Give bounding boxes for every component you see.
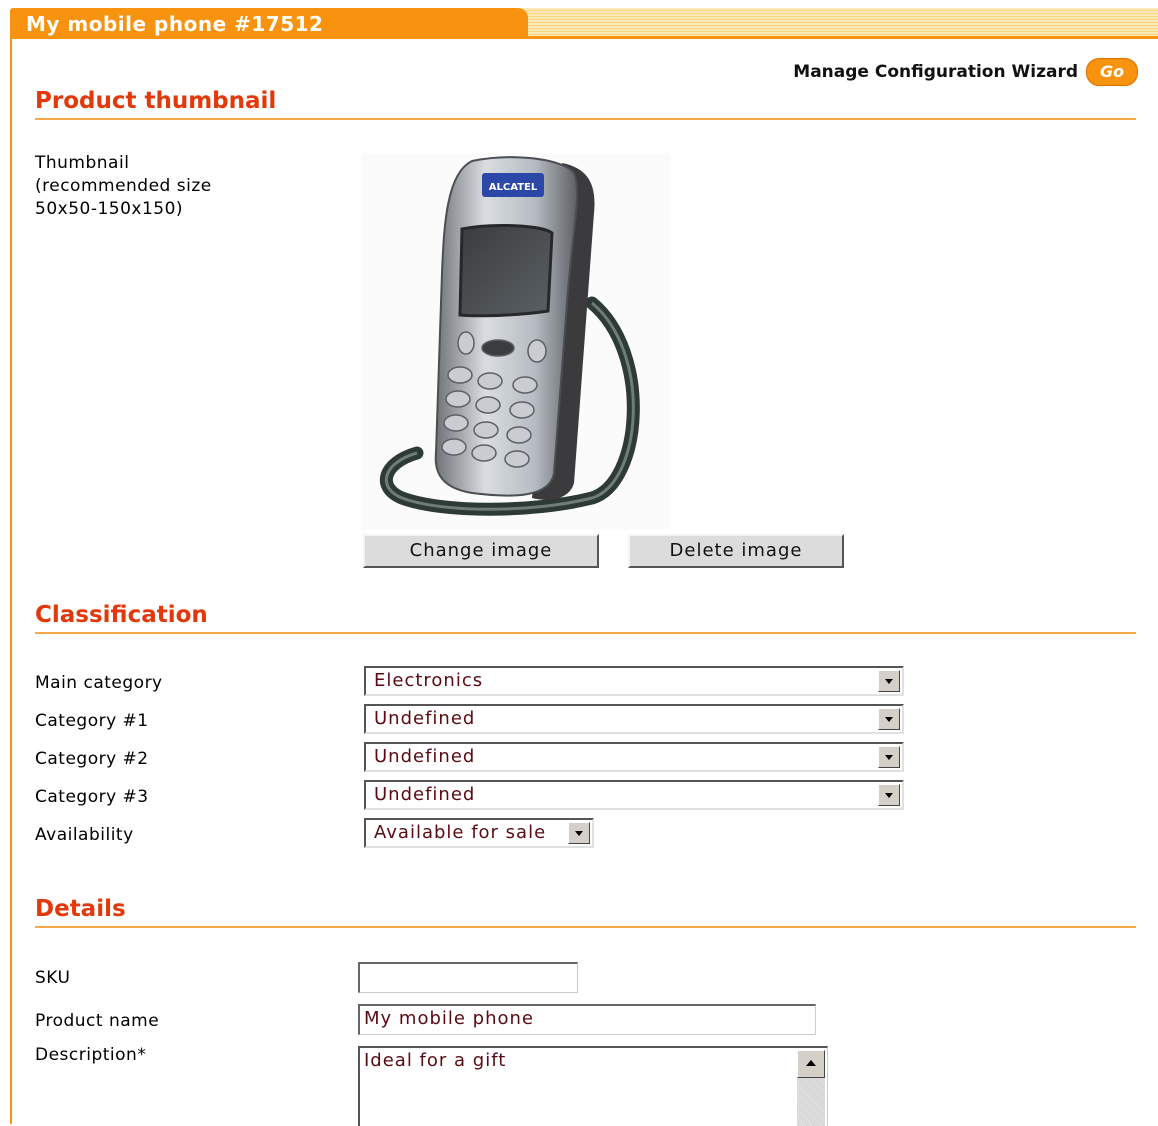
category-3-label: Category #3 <box>35 787 149 807</box>
thumbnail-label-line: (recommended size <box>35 176 212 196</box>
chevron-down-icon[interactable] <box>878 746 900 768</box>
section-divider <box>35 926 1136 928</box>
main-category-select[interactable]: Electronics <box>364 666 904 696</box>
tab-underline <box>10 36 1158 39</box>
category-3-select[interactable]: Undefined <box>364 780 904 810</box>
main-category-label: Main category <box>35 673 163 693</box>
section-title-classification: Classification <box>35 602 208 628</box>
section-divider <box>35 632 1136 634</box>
description-textarea[interactable]: Ideal for a gift <box>358 1046 828 1126</box>
chevron-down-icon[interactable] <box>878 670 900 692</box>
change-image-button[interactable]: Change image <box>363 534 599 568</box>
chevron-down-icon[interactable] <box>878 784 900 806</box>
availability-value: Available for sale <box>374 822 547 843</box>
product-name-input[interactable]: My mobile phone <box>358 1004 816 1035</box>
main-category-value: Electronics <box>374 670 484 691</box>
section-title-details: Details <box>35 896 126 922</box>
sku-label: SKU <box>35 968 71 988</box>
section-divider <box>35 118 1136 120</box>
mobile-phone-image: ALCATEL <box>379 156 640 516</box>
thumbnail-label: Thumbnail (recommended size 50x50-150x15… <box>35 152 212 221</box>
wizard-label: Manage Configuration Wizard <box>793 62 1078 82</box>
section-title-thumbnail: Product thumbnail <box>35 88 277 114</box>
thumbnail-label-line: 50x50-150x150) <box>35 199 184 219</box>
availability-label: Availability <box>35 825 134 845</box>
category-3-value: Undefined <box>374 784 476 805</box>
category-1-select[interactable]: Undefined <box>364 704 904 734</box>
product-name-label: Product name <box>35 1011 160 1031</box>
category-1-label: Category #1 <box>35 711 149 731</box>
delete-image-button[interactable]: Delete image <box>628 534 844 568</box>
panel-left-border <box>10 36 12 1124</box>
wizard-go-button[interactable]: Go <box>1086 58 1138 86</box>
chevron-down-icon[interactable] <box>568 822 590 844</box>
manage-configuration-wizard: Manage Configuration Wizard Go <box>793 58 1138 86</box>
category-2-value: Undefined <box>374 746 476 767</box>
tab-bar-background <box>520 8 1158 38</box>
category-2-label: Category #2 <box>35 749 149 769</box>
sku-input[interactable] <box>358 962 578 993</box>
chevron-down-icon[interactable] <box>878 708 900 730</box>
availability-select[interactable]: Available for sale <box>364 818 594 848</box>
category-1-value: Undefined <box>374 708 476 729</box>
category-2-select[interactable]: Undefined <box>364 742 904 772</box>
description-scrollbar[interactable] <box>797 1050 825 1126</box>
tab-bar: My mobile phone #17512 <box>0 0 1158 40</box>
description-value: Ideal for a gift <box>364 1050 507 1071</box>
product-thumbnail-image: ALCATEL <box>362 153 670 530</box>
scroll-up-arrow-icon[interactable] <box>797 1050 825 1078</box>
thumbnail-label-line: Thumbnail <box>35 153 130 173</box>
tab-product-title[interactable]: My mobile phone #17512 <box>10 8 528 38</box>
phone-brand-logo: ALCATEL <box>489 182 538 193</box>
description-label: Description* <box>35 1045 147 1065</box>
